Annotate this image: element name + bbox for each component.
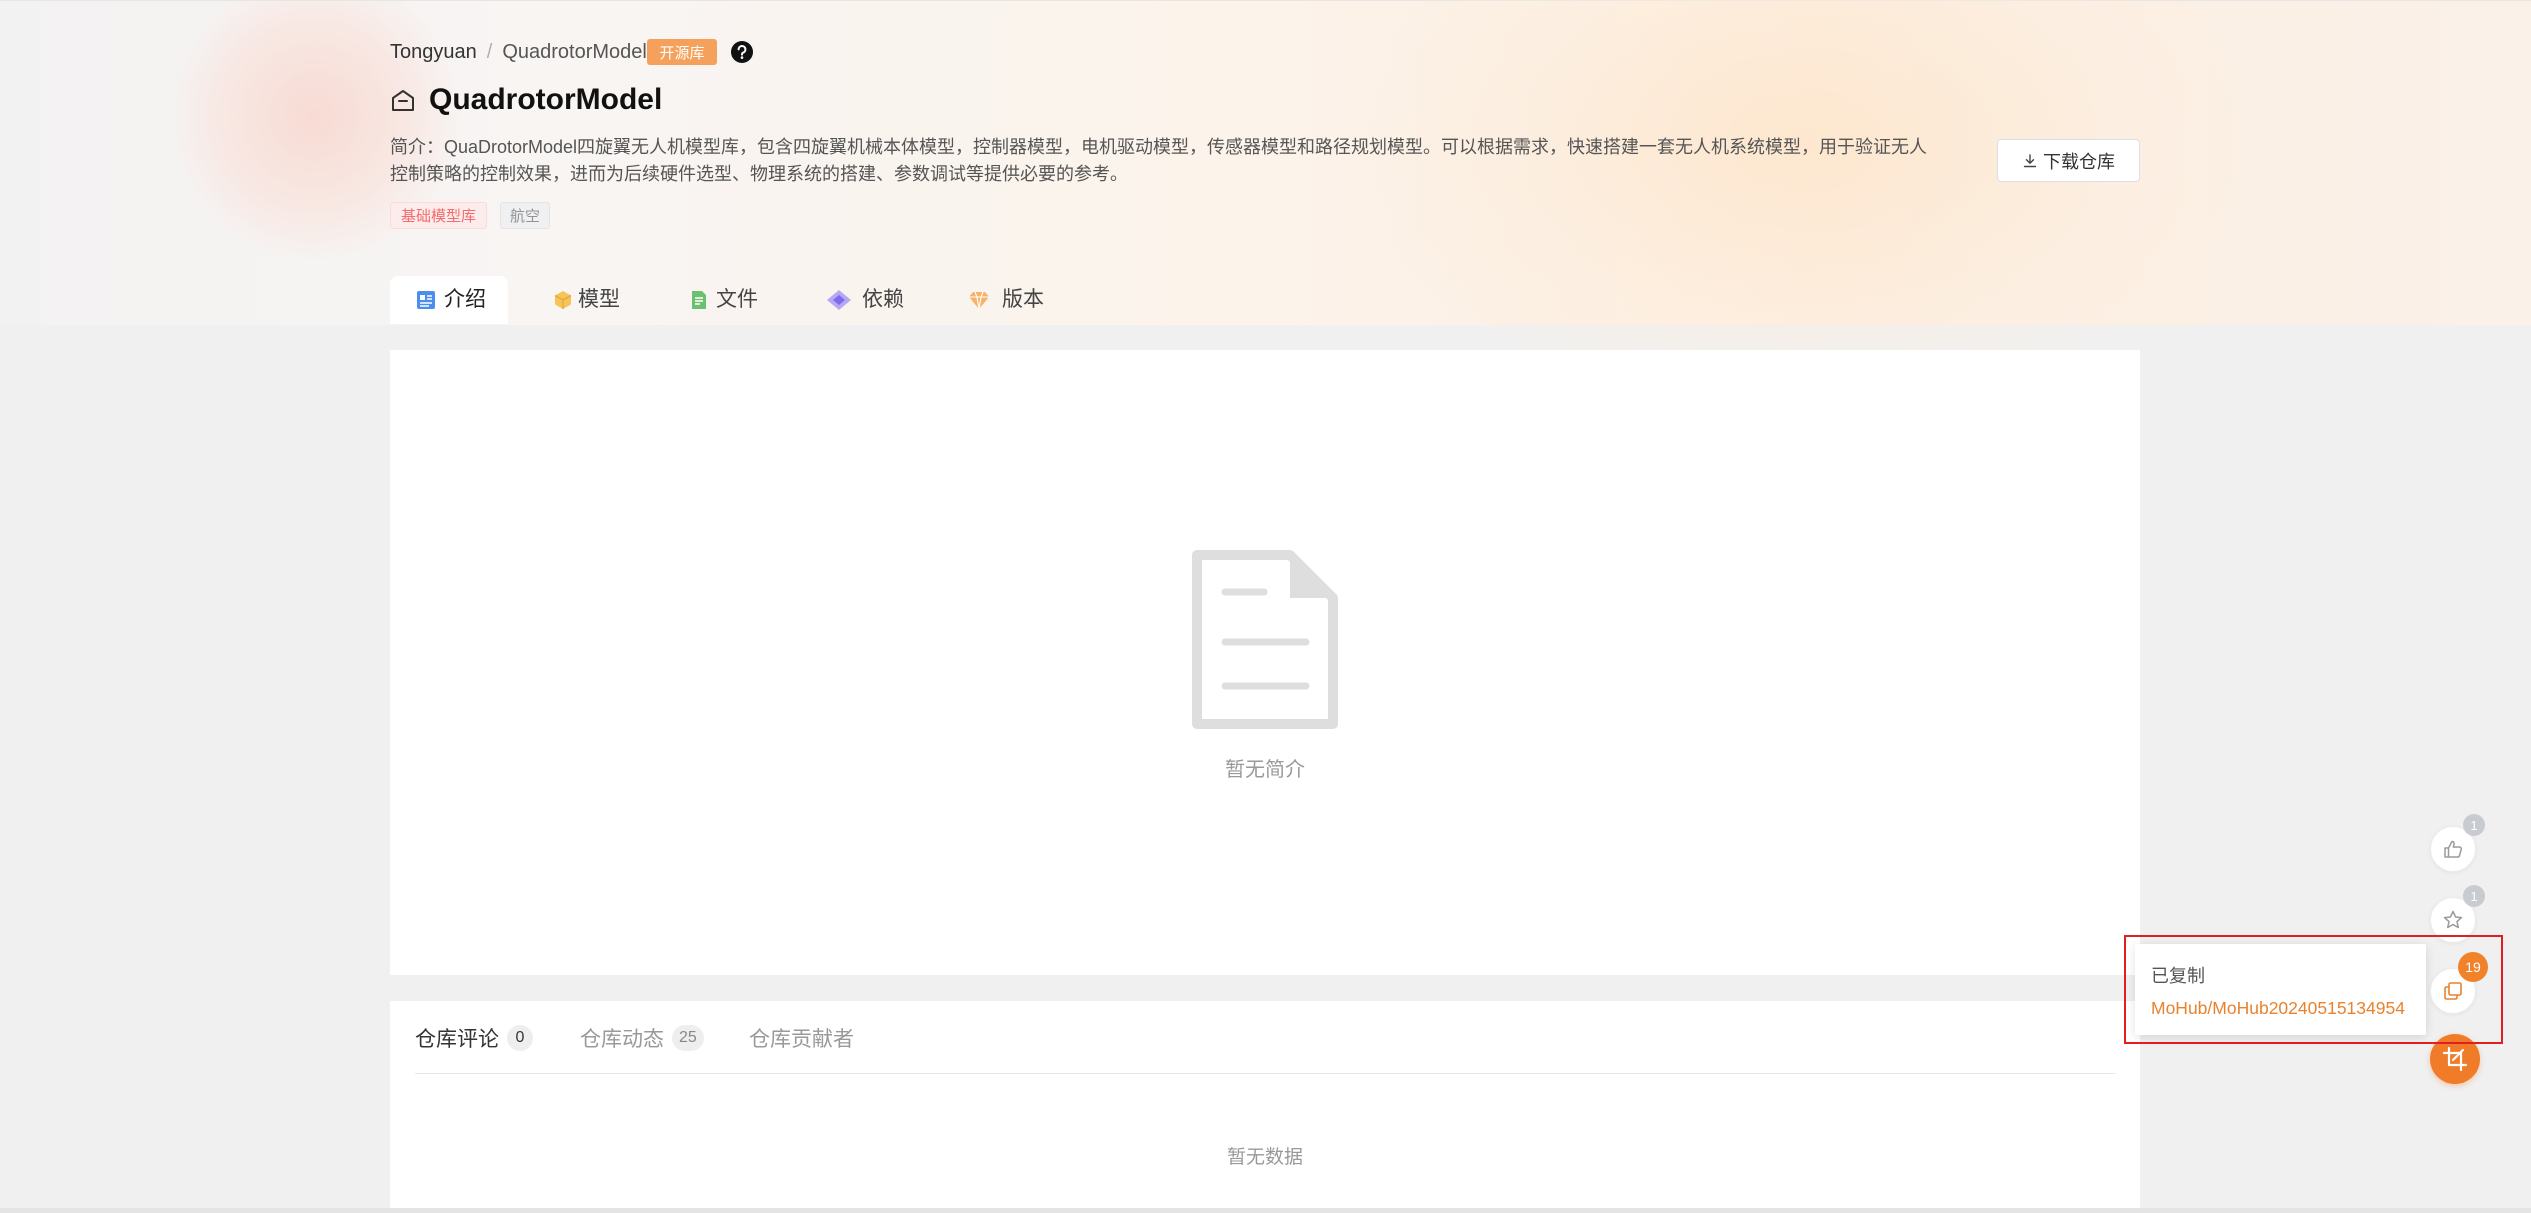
tag-aviation[interactable]: 航空 xyxy=(500,202,550,229)
copied-popup-title: 已复制 xyxy=(2151,966,2205,986)
copy-icon xyxy=(2444,982,2462,1000)
tab-intro-label: 介绍 xyxy=(444,288,486,311)
floating-main-button[interactable] xyxy=(2430,1034,2480,1084)
divider xyxy=(415,1073,2116,1074)
copy-count-badge: 19 xyxy=(2458,952,2488,982)
download-icon xyxy=(2023,153,2037,167)
crop-icon xyxy=(2442,1046,2468,1072)
activity-empty-text: 暂无数据 xyxy=(1226,1147,1303,1168)
like-count-badge: 1 xyxy=(2463,814,2485,836)
comments-count-badge: 0 xyxy=(507,1025,533,1051)
tab-versions[interactable]: 版本 xyxy=(950,276,1070,324)
empty-document-icon xyxy=(1190,548,1340,731)
dependency-icon xyxy=(825,289,853,311)
star-count-badge: 1 xyxy=(2463,885,2485,907)
breadcrumb-repo: QuadrotorModel xyxy=(502,40,647,63)
tab-models[interactable]: 模型 xyxy=(538,276,648,324)
tab-repo-activity-label: 仓库动态 xyxy=(580,1028,664,1051)
intro-icon xyxy=(415,289,437,311)
repo-description: 简介：QuaDrotorModel四旋翼无人机模型库，包含四旋翼机械本体模型，控… xyxy=(390,137,1928,184)
open-source-badge: 开源库 xyxy=(647,39,717,65)
tab-repo-contributors-label: 仓库贡献者 xyxy=(749,1028,854,1051)
download-repo-button[interactable]: 下载仓库 xyxy=(1997,139,2140,182)
model-icon xyxy=(552,289,574,311)
tab-repo-activity[interactable]: 仓库动态 25 xyxy=(580,1022,704,1054)
tab-repo-comments-label: 仓库评论 xyxy=(415,1028,499,1051)
intro-empty-text: 暂无简介 xyxy=(1225,759,1305,781)
tab-files[interactable]: 文件 xyxy=(672,276,782,324)
tag-base-model-library[interactable]: 基础模型库 xyxy=(390,202,487,229)
breadcrumb-owner-link[interactable]: Tongyuan xyxy=(390,41,477,64)
tab-dependencies-label: 依赖 xyxy=(862,288,904,311)
tab-versions-label: 版本 xyxy=(1002,288,1044,311)
tab-models-label: 模型 xyxy=(578,288,620,311)
repository-home-icon xyxy=(390,87,416,113)
copied-popup: 已复制 MoHub/MoHub20240515134954 xyxy=(2135,944,2426,1035)
copied-repo-path[interactable]: MoHub/MoHub20240515134954 xyxy=(2151,998,2405,1019)
thumbs-up-icon xyxy=(2444,840,2463,858)
download-repo-label: 下载仓库 xyxy=(2043,151,2115,172)
question-circle-icon[interactable] xyxy=(731,41,753,63)
version-icon xyxy=(968,289,990,311)
tab-files-label: 文件 xyxy=(716,288,758,311)
breadcrumb: Tongyuan / QuadrotorModel xyxy=(390,38,647,66)
breadcrumb-separator: / xyxy=(486,40,493,63)
page-title: QuadrotorModel xyxy=(429,83,663,116)
header-decoration xyxy=(1350,0,2250,401)
page-bottom-border xyxy=(0,1208,2531,1213)
file-icon xyxy=(688,289,710,311)
star-icon xyxy=(2443,910,2463,929)
tab-repo-comments[interactable]: 仓库评论 0 xyxy=(415,1022,533,1054)
tab-repo-contributors[interactable]: 仓库贡献者 xyxy=(749,1022,854,1054)
activity-count-badge: 25 xyxy=(672,1025,704,1051)
tab-intro[interactable]: 介绍 xyxy=(390,276,508,324)
tab-dependencies[interactable]: 依赖 xyxy=(808,276,928,324)
